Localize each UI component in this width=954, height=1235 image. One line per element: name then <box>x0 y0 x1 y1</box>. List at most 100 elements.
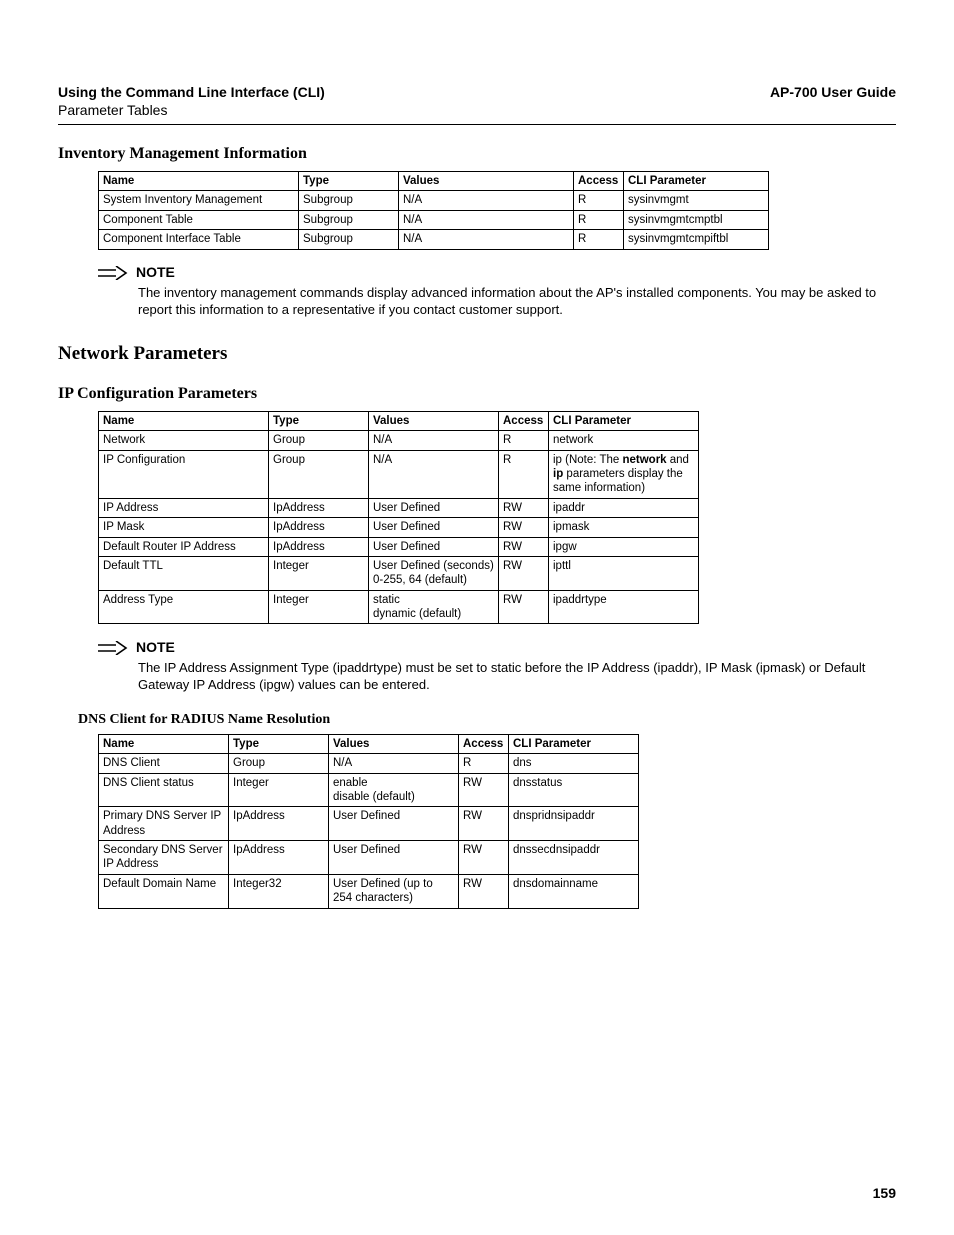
table-cell: IP Configuration <box>99 450 269 498</box>
table-row: DNS ClientGroupN/ARdns <box>99 754 639 773</box>
note-label: NOTE <box>136 264 175 280</box>
header-section-subtitle: Parameter Tables <box>58 102 325 118</box>
table-row: Secondary DNS Server IP AddressIpAddress… <box>99 841 639 875</box>
table-cell: N/A <box>329 754 459 773</box>
table-cell: Default Router IP Address <box>99 537 269 556</box>
table-cell: Default Domain Name <box>99 874 229 908</box>
table-cell: IP Mask <box>99 518 269 537</box>
table-header-cell: Type <box>269 411 369 430</box>
table-cell: Secondary DNS Server IP Address <box>99 841 229 875</box>
table-cell: dnsdomainname <box>509 874 639 908</box>
table-cell: User Defined (up to 254 characters) <box>329 874 459 908</box>
table-row: System Inventory ManagementSubgroupN/ARs… <box>99 191 769 210</box>
table-cell: User Defined <box>369 498 499 517</box>
table-cell: IpAddress <box>269 518 369 537</box>
table-cell: IpAddress <box>229 807 329 841</box>
table-cell: N/A <box>369 450 499 498</box>
table-cell: Integer <box>229 773 329 807</box>
table-cell: ipaddrtype <box>549 590 699 624</box>
table-cell: RW <box>459 807 509 841</box>
table-header-cell: Name <box>99 411 269 430</box>
table-cell: ipttl <box>549 556 699 590</box>
table-cell: IpAddress <box>229 841 329 875</box>
heading-inventory-management: Inventory Management Information <box>58 145 896 163</box>
table-cell: User Defined <box>329 841 459 875</box>
table-cell: R <box>459 754 509 773</box>
table-header-cell: Name <box>99 172 299 191</box>
table-cell: Component Interface Table <box>99 230 299 249</box>
table-header-cell: Values <box>369 411 499 430</box>
table-cell: User Defined (seconds) 0-255, 64 (defaul… <box>369 556 499 590</box>
table-row: Primary DNS Server IP AddressIpAddressUs… <box>99 807 639 841</box>
table-cell: Integer <box>269 590 369 624</box>
table-cell: DNS Client status <box>99 773 229 807</box>
table-header-cell: Access <box>499 411 549 430</box>
table-cell: network <box>549 431 699 450</box>
table-cell: RW <box>499 498 549 517</box>
heading-ip-configuration: IP Configuration Parameters <box>58 385 896 403</box>
table-cell: N/A <box>369 431 499 450</box>
table-cell: User Defined <box>369 537 499 556</box>
table-cell: staticdynamic (default) <box>369 590 499 624</box>
table-cell: R <box>574 191 624 210</box>
note-inventory: NOTE The inventory management commands d… <box>98 264 896 319</box>
heading-dns-client: DNS Client for RADIUS Name Resolution <box>78 712 896 728</box>
table-row: Default Router IP AddressIpAddressUser D… <box>99 537 699 556</box>
table-cell: Subgroup <box>299 230 399 249</box>
table-header-cell: CLI Parameter <box>624 172 769 191</box>
table-cell: dnspridnsipaddr <box>509 807 639 841</box>
table-cell: N/A <box>399 191 574 210</box>
table-cell: sysinvmgmtcmpiftbl <box>624 230 769 249</box>
table-header-cell: Type <box>299 172 399 191</box>
table-inventory-management: NameTypeValuesAccessCLI ParameterSystem … <box>98 171 769 250</box>
table-cell: Default TTL <box>99 556 269 590</box>
table-ip-configuration: NameTypeValuesAccessCLI ParameterNetwork… <box>98 411 699 625</box>
header-guide-title: AP-700 User Guide <box>770 84 896 100</box>
table-cell: IpAddress <box>269 537 369 556</box>
page-number: 159 <box>873 1185 896 1201</box>
table-cell: Integer32 <box>229 874 329 908</box>
table-cell: RW <box>499 590 549 624</box>
table-cell: RW <box>459 773 509 807</box>
note-ip-config: NOTE The IP Address Assignment Type (ipa… <box>98 638 896 693</box>
table-row: NetworkGroupN/ARnetwork <box>99 431 699 450</box>
table-cell: IpAddress <box>269 498 369 517</box>
table-row: Component TableSubgroupN/ARsysinvmgmtcmp… <box>99 210 769 229</box>
table-cell: Primary DNS Server IP Address <box>99 807 229 841</box>
table-cell: ip (Note: The network and ip parameters … <box>549 450 699 498</box>
table-cell: dns <box>509 754 639 773</box>
table-cell: RW <box>459 874 509 908</box>
table-header-cell: Name <box>99 734 229 753</box>
table-row: IP ConfigurationGroupN/ARip (Note: The n… <box>99 450 699 498</box>
table-cell: Component Table <box>99 210 299 229</box>
table-row: Default TTLIntegerUser Defined (seconds)… <box>99 556 699 590</box>
table-header-cell: Access <box>574 172 624 191</box>
table-cell: dnsstatus <box>509 773 639 807</box>
table-cell: RW <box>499 537 549 556</box>
table-row: IP MaskIpAddressUser DefinedRWipmask <box>99 518 699 537</box>
table-cell: R <box>574 210 624 229</box>
header-rule <box>58 124 896 125</box>
table-header-cell: Values <box>329 734 459 753</box>
table-row: Component Interface TableSubgroupN/ARsys… <box>99 230 769 249</box>
table-cell: sysinvmgmt <box>624 191 769 210</box>
table-cell: Group <box>269 450 369 498</box>
table-cell: User Defined <box>369 518 499 537</box>
table-cell: Address Type <box>99 590 269 624</box>
table-cell: N/A <box>399 230 574 249</box>
table-header-cell: CLI Parameter <box>509 734 639 753</box>
table-cell: ipgw <box>549 537 699 556</box>
note-arrow-icon <box>98 638 128 654</box>
table-cell: ipmask <box>549 518 699 537</box>
table-cell: RW <box>499 556 549 590</box>
table-cell: Subgroup <box>299 210 399 229</box>
table-cell: System Inventory Management <box>99 191 299 210</box>
table-cell: R <box>499 431 549 450</box>
table-header-cell: Values <box>399 172 574 191</box>
table-cell: enabledisable (default) <box>329 773 459 807</box>
table-row: IP AddressIpAddressUser DefinedRWipaddr <box>99 498 699 517</box>
table-cell: dnssecdnsipaddr <box>509 841 639 875</box>
table-cell: sysinvmgmtcmptbl <box>624 210 769 229</box>
table-cell: RW <box>459 841 509 875</box>
table-cell: Subgroup <box>299 191 399 210</box>
